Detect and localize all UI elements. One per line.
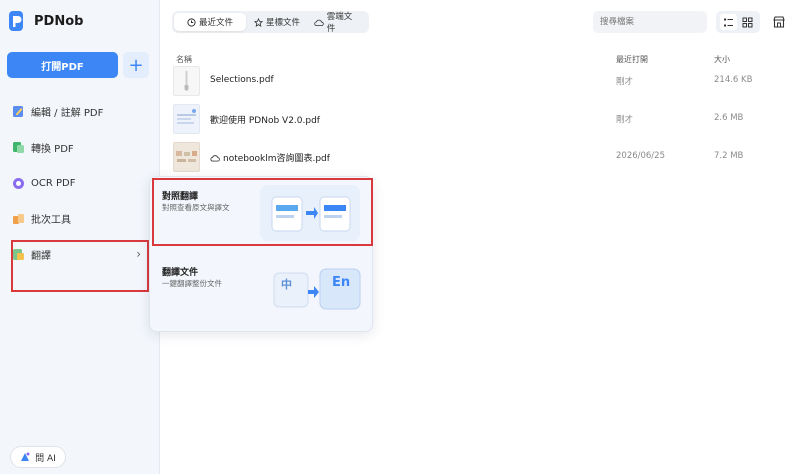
ask-ai-label: 問 AI	[35, 453, 56, 464]
add-button[interactable]: +	[123, 52, 149, 78]
file-tabs: 最近文件 星標文件 雲端文件	[172, 11, 369, 34]
table-row[interactable]: notebooklm咨詢圖表.pdf 2026/06/25 7.2 MB	[170, 142, 790, 174]
sidebar: PDNob 打開PDF + 編輯 / 註解 PDF 轉換 PDF OCR PDF…	[0, 0, 160, 474]
table-row[interactable]: Selections.pdf 剛才 214.6 KB	[170, 66, 790, 98]
file-last-opened: 2026/06/25	[616, 151, 665, 161]
source-language-badge: 中	[281, 278, 292, 291]
sidebar-item-label: OCR PDF	[31, 177, 76, 189]
sidebar-item-ocr-pdf[interactable]: OCR PDF	[12, 172, 147, 194]
file-thumbnail	[173, 104, 200, 134]
list-view-button[interactable]	[720, 14, 737, 30]
tab-starred[interactable]: 星標文件	[248, 13, 306, 31]
grid-view-icon	[742, 17, 753, 27]
search-input[interactable]	[593, 11, 707, 33]
file-size: 7.2 MB	[714, 151, 744, 161]
file-last-opened: 剛才	[616, 77, 634, 87]
file-name: 歡迎使用 PDNob V2.0.pdf	[210, 113, 320, 126]
sidebar-item-label: 批次工具	[31, 214, 71, 226]
chart-thumbnail-icon	[176, 151, 197, 162]
star-icon	[254, 17, 263, 27]
ask-ai-button[interactable]: 問 AI	[10, 446, 66, 468]
view-toggle	[716, 11, 760, 33]
translate-menu-item-document[interactable]: 翻譯文件 一鍵翻譯整份文件 中 En	[150, 255, 372, 327]
file-size: 214.6 KB	[714, 75, 753, 85]
file-name: notebooklm咨詢圖表.pdf	[210, 151, 330, 164]
table-row[interactable]: 歡迎使用 PDNob V2.0.pdf 剛才 2.6 MB	[170, 104, 790, 136]
cloud-file-icon	[210, 154, 220, 162]
document-thumbnail-icon	[177, 109, 196, 124]
ai-sparkle-icon	[21, 452, 30, 461]
store-icon[interactable]	[772, 15, 786, 29]
highlight-box-translate	[11, 240, 149, 292]
file-name-text: Selections.pdf	[210, 75, 274, 85]
file-size: 2.6 MB	[714, 113, 744, 123]
grid-view-button[interactable]	[739, 14, 756, 30]
sidebar-item-edit-pdf[interactable]: 編輯 / 註解 PDF	[12, 100, 147, 122]
highlight-box-side-by-side	[152, 178, 373, 246]
file-name-text: notebooklm咨詢圖表.pdf	[223, 154, 330, 164]
cloud-icon	[314, 19, 324, 26]
batch-tools-icon	[13, 213, 24, 224]
file-last-opened: 剛才	[616, 115, 634, 125]
file-name: Selections.pdf	[210, 75, 274, 85]
convert-pdf-icon	[13, 141, 24, 153]
zipper-thumbnail-icon	[184, 71, 189, 91]
open-pdf-button[interactable]: 打開PDF	[7, 52, 118, 78]
file-thumbnail	[173, 142, 200, 172]
list-view-icon	[724, 18, 733, 26]
column-header-last-opened[interactable]: 最近打開	[616, 54, 648, 65]
file-thumbnail	[173, 66, 200, 96]
menu-item-title: 翻譯文件	[162, 268, 199, 278]
tab-recent[interactable]: 最近文件	[174, 13, 246, 31]
tab-label: 最近文件	[198, 18, 233, 28]
sidebar-item-batch-tools[interactable]: 批次工具	[12, 207, 147, 229]
sidebar-item-label: 編輯 / 註解 PDF	[31, 107, 104, 119]
menu-item-description: 一鍵翻譯整份文件	[162, 279, 222, 288]
tab-cloud[interactable]: 雲端文件	[308, 12, 366, 34]
ocr-icon	[13, 177, 24, 189]
clock-icon	[187, 17, 196, 27]
column-header-size[interactable]: 大小	[714, 54, 730, 65]
pdnob-logo-icon	[9, 11, 23, 31]
tab-label: 星標文件	[266, 18, 301, 28]
tab-label: 雲端文件	[326, 12, 353, 34]
sidebar-item-convert-pdf[interactable]: 轉換 PDF	[12, 136, 147, 158]
file-name-text: 歡迎使用 PDNob V2.0.pdf	[210, 116, 320, 126]
app-name: PDNob	[34, 13, 84, 29]
app-logo: PDNob	[8, 10, 83, 32]
target-language-badge: En	[332, 275, 351, 290]
column-header-name[interactable]: 名稱	[176, 54, 192, 65]
sidebar-item-label: 轉換 PDF	[31, 143, 74, 155]
edit-pdf-icon	[13, 105, 23, 117]
